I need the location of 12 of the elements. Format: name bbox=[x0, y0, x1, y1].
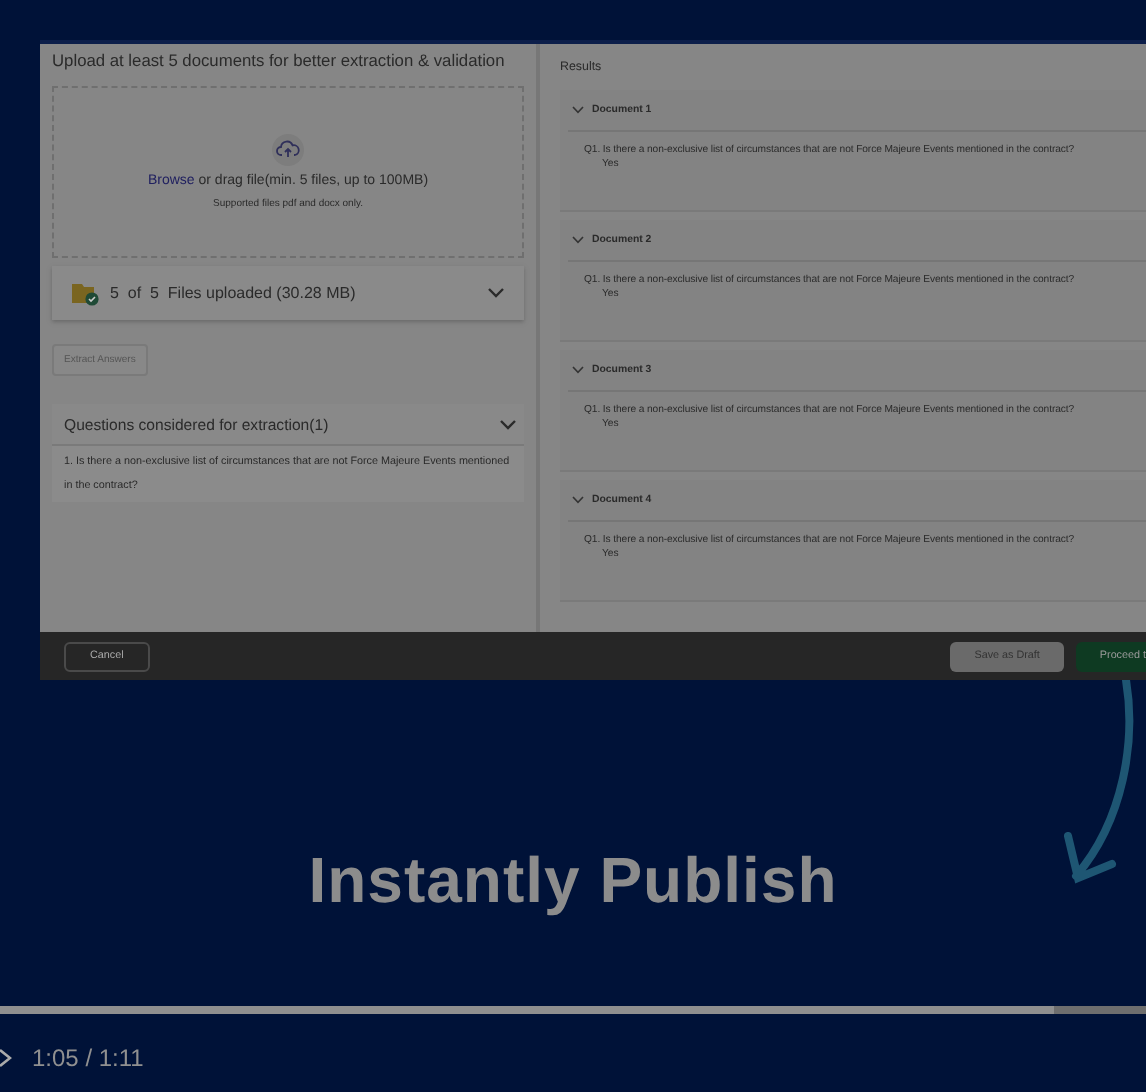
chevron-icon[interactable] bbox=[572, 496, 584, 504]
upload-cloud-icon bbox=[272, 134, 304, 166]
chevron-icon[interactable] bbox=[572, 106, 584, 114]
upload-heading: Upload at least 5 documents for better extraction & validation bbox=[52, 50, 507, 70]
play-icon[interactable] bbox=[0, 1048, 12, 1068]
time-display: 1:05 / 1:11 bbox=[32, 1044, 144, 1072]
folder-check-icon bbox=[72, 281, 100, 305]
files-uploaded-summary: 5 of 5 Files uploaded (30.28 MB) bbox=[110, 284, 358, 302]
video-caption: Instantly Publish bbox=[306, 844, 840, 918]
chevron-icon[interactable] bbox=[572, 366, 584, 374]
files-uploaded-row[interactable]: 5 of 5 Files uploaded (30.28 MB) bbox=[52, 266, 524, 320]
chevron-icon[interactable] bbox=[572, 236, 584, 244]
